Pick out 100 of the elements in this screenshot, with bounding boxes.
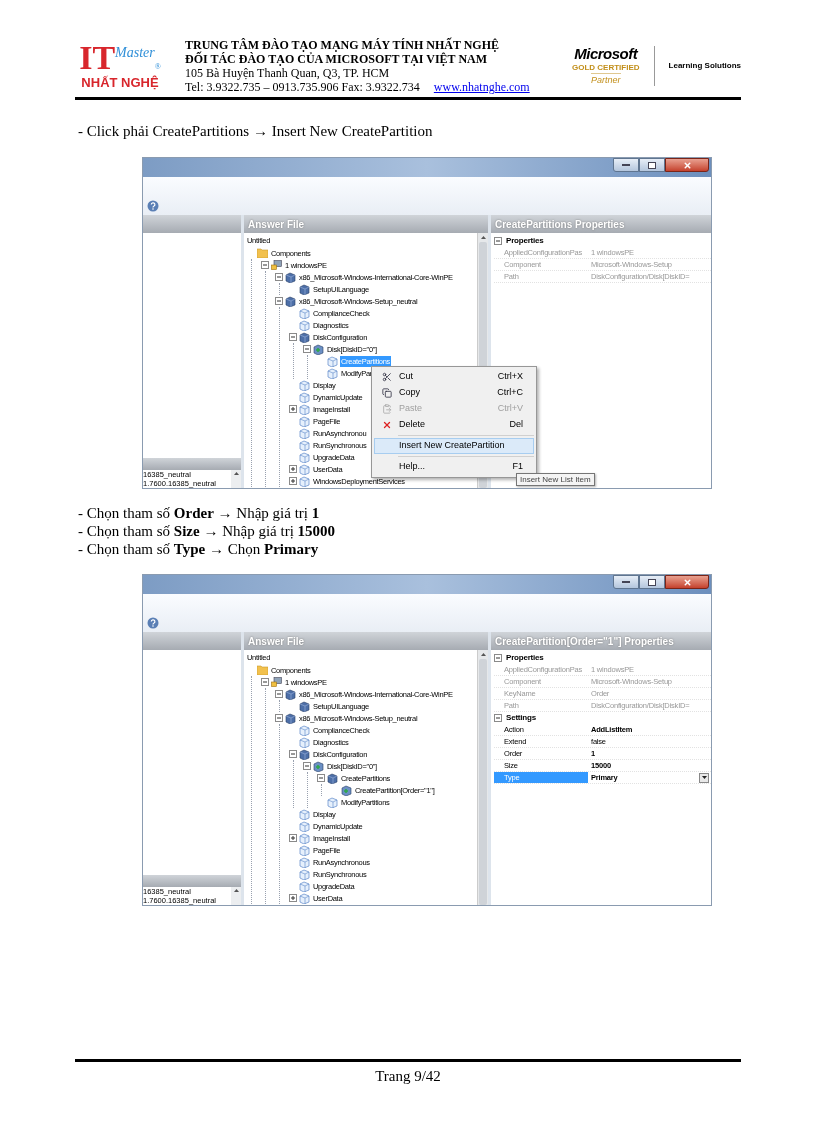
cube-icon (327, 367, 338, 379)
cube-plus-icon (313, 760, 324, 772)
scroll-up-icon[interactable] (233, 889, 239, 892)
cube-icon (299, 463, 310, 475)
expander-icon[interactable] (275, 690, 283, 698)
pane-header: Answer File (244, 215, 488, 233)
expander-icon[interactable] (494, 654, 502, 662)
close-button[interactable] (665, 158, 709, 172)
cube-icon (299, 427, 310, 439)
page-number: Trang 9/42 (375, 1067, 441, 1085)
cube-icon (327, 772, 338, 784)
section-header: Properties (506, 652, 544, 664)
cube-icon (299, 868, 310, 880)
copy-icon (382, 388, 392, 398)
expander-icon[interactable] (289, 834, 297, 842)
expander-icon[interactable] (289, 405, 297, 413)
section-header: Properties (506, 235, 544, 247)
computer-icon (271, 677, 282, 687)
cube-plus-icon (313, 343, 324, 355)
website-link[interactable]: www.nhatnghe.com (433, 80, 530, 94)
header-line: 105 Bà Huyện Thanh Quan, Q3, TP. HCM (185, 66, 391, 80)
menu-item[interactable]: Cut Ctrl+X (374, 369, 534, 385)
instruction-text: - Chọn tham số Type → Chọn Primary (78, 540, 319, 558)
partner-level: GOLD CERTIFIED (572, 62, 640, 73)
scroll-up-icon[interactable] (233, 472, 239, 475)
maximize-button[interactable] (639, 158, 665, 172)
dropdown-button[interactable] (699, 772, 709, 783)
cube-icon (299, 700, 310, 712)
expander-icon[interactable] (494, 714, 502, 722)
cube-icon (299, 748, 310, 760)
clipboard-icon (382, 404, 392, 414)
scrollbar[interactable] (477, 650, 488, 905)
partner-brand: Microsoft (574, 46, 638, 62)
expander-icon[interactable] (275, 714, 283, 722)
menu-item[interactable]: Delete Del (374, 417, 534, 433)
cube-icon (285, 712, 296, 724)
cross-icon (382, 420, 392, 430)
expander-icon[interactable] (289, 333, 297, 341)
scroll-up-icon[interactable] (480, 653, 486, 656)
maximize-button[interactable] (639, 575, 665, 589)
expander-icon[interactable] (317, 774, 325, 782)
folder-icon (257, 665, 268, 675)
expander-icon[interactable] (261, 678, 269, 686)
cube-icon (299, 379, 310, 391)
instruction-text: - Click phải CreatePartitions → Insert New CreatePartition (78, 122, 433, 140)
cube-icon (299, 319, 310, 331)
computer-icon (271, 260, 282, 270)
cube-icon (299, 439, 310, 451)
cube-icon (285, 271, 296, 283)
menu-item[interactable]: Copy Ctrl+C (374, 385, 534, 401)
expander-icon[interactable] (275, 297, 283, 305)
close-icon (682, 577, 692, 587)
logo-name: NHẤT NGHỆ (81, 75, 159, 91)
cube-icon (299, 451, 310, 463)
partner-tier: Partner (591, 73, 621, 86)
scrollbar[interactable] (231, 887, 241, 905)
close-icon (682, 160, 692, 170)
section-header: Settings (506, 712, 536, 724)
cube-icon (299, 331, 310, 343)
cube-icon (299, 724, 310, 736)
expander-icon[interactable] (303, 345, 311, 353)
cube-icon (299, 307, 310, 319)
scroll-up-icon[interactable] (480, 236, 486, 239)
pane-header: Answer File (244, 632, 488, 650)
scrollbar[interactable] (231, 470, 241, 488)
expander-icon[interactable] (289, 477, 297, 485)
menu-item[interactable]: Help... F1 (374, 459, 534, 475)
logo-mark: IT (79, 41, 116, 75)
cube-icon (299, 880, 310, 892)
registered-mark: ® (154, 61, 161, 73)
expander-icon[interactable] (289, 894, 297, 902)
partner-tagline: Learning Solutions (668, 60, 741, 72)
expander-icon[interactable] (275, 273, 283, 281)
cube-icon (327, 796, 338, 808)
caret-icon (701, 776, 707, 779)
menu-item[interactable]: Insert New CreatePartition (374, 438, 534, 454)
cube-icon (299, 415, 310, 427)
expander-icon[interactable] (303, 762, 311, 770)
minimize-button[interactable] (613, 158, 639, 172)
expander-icon[interactable] (289, 750, 297, 758)
cube-plus-icon (341, 784, 352, 796)
cube-icon (299, 403, 310, 415)
logo-script: Master (115, 45, 155, 60)
expander-icon[interactable] (261, 261, 269, 269)
minimize-button[interactable] (613, 575, 639, 589)
expander-icon[interactable] (289, 465, 297, 473)
header-line: TRUNG TÂM ĐÀO TẠO MẠNG MÁY TÍNH NHẤT NGHỆ (185, 38, 501, 52)
cube-icon (299, 283, 310, 295)
help-icon[interactable] (147, 200, 159, 212)
instruction-text: - Chọn tham số Size → Nhập giá trị 15000 (78, 522, 336, 540)
scissors-icon (382, 372, 392, 382)
close-button[interactable] (665, 575, 709, 589)
cube-icon (299, 391, 310, 403)
help-icon[interactable] (147, 617, 159, 629)
cube-icon (299, 856, 310, 868)
cube-icon (299, 475, 310, 487)
cube-icon (285, 295, 296, 307)
tooltip: Insert New List Item (516, 473, 595, 486)
expander-icon[interactable] (494, 237, 502, 245)
instruction-text: - Chọn tham số Order → Nhập giá trị 1 (78, 504, 320, 522)
